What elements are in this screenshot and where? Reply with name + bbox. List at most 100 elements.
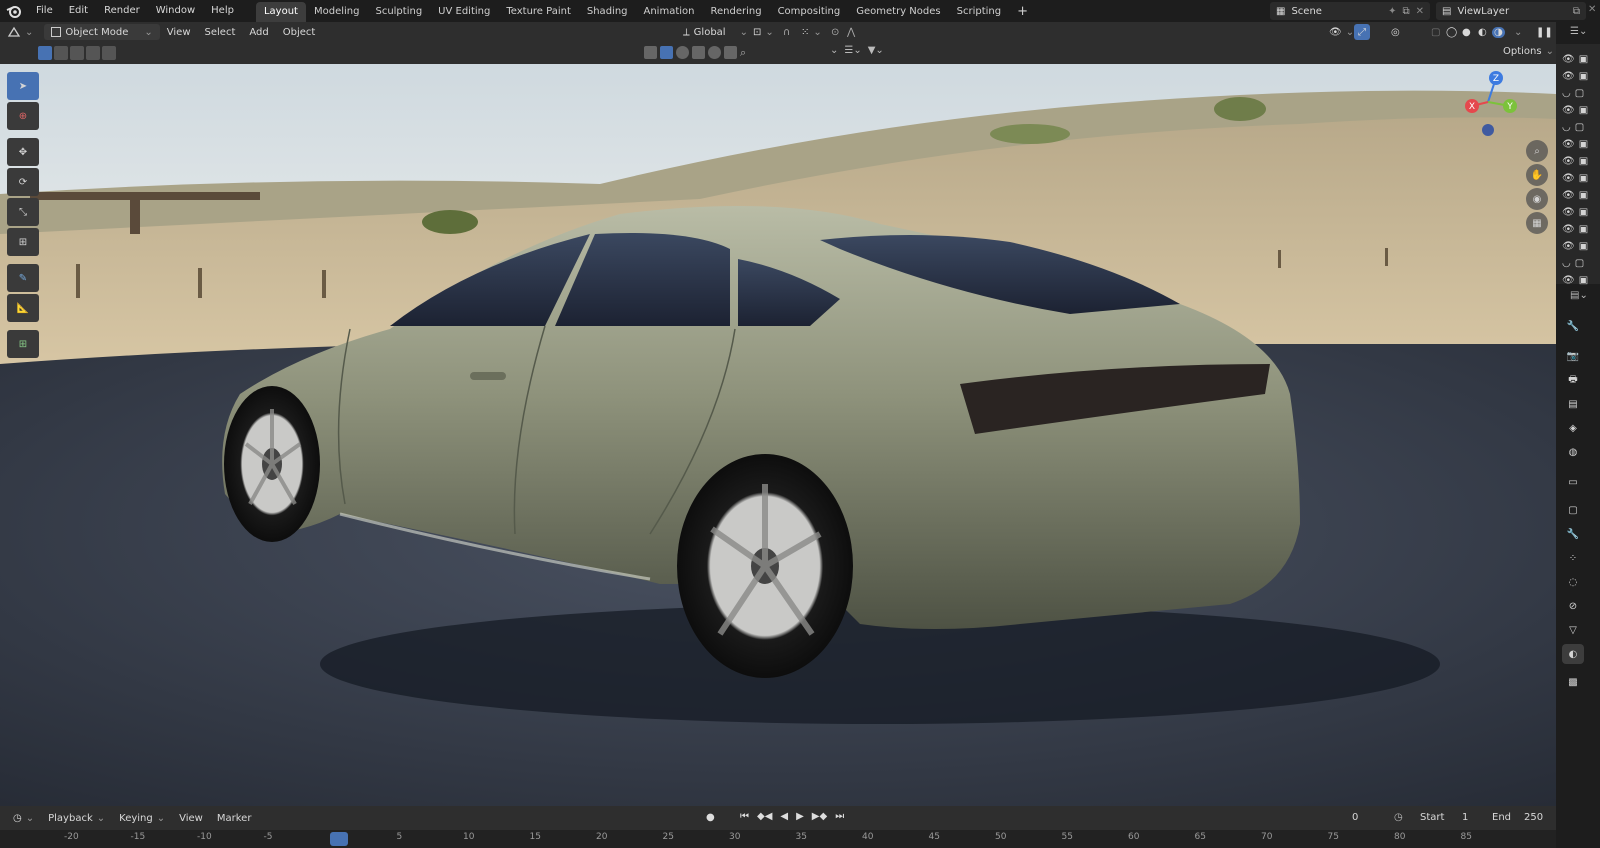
filter-armature-icon[interactable]: [724, 46, 737, 59]
search-icon[interactable]: ⌕: [740, 46, 746, 60]
eye-icon[interactable]: 👁: [1562, 156, 1575, 167]
close-icon[interactable]: ✕: [1416, 6, 1424, 17]
outliner-row[interactable]: 👁 ▣: [1562, 171, 1588, 185]
add-workspace-button[interactable]: +: [1009, 2, 1036, 22]
eye-icon[interactable]: 👁: [1562, 105, 1575, 116]
copy-icon[interactable]: ⧉: [1573, 6, 1580, 17]
eye-closed-icon[interactable]: ◡: [1562, 88, 1571, 99]
eye-icon[interactable]: 👁: [1562, 207, 1575, 218]
texture-tab[interactable]: ▩: [1562, 672, 1584, 692]
end-frame-field[interactable]: 250: [1524, 812, 1543, 823]
scale-tool[interactable]: ⤡: [7, 198, 39, 226]
add-cube-tool[interactable]: ⊞: [7, 330, 39, 358]
object-tab[interactable]: ▢: [1562, 500, 1584, 520]
outliner-row[interactable]: 👁 ▣: [1562, 239, 1588, 253]
tab-modeling[interactable]: Modeling: [306, 2, 368, 22]
tab-uv-editing[interactable]: UV Editing: [430, 2, 498, 22]
annotate-tool[interactable]: ✎: [7, 264, 39, 292]
collection-tab[interactable]: ▭: [1562, 472, 1584, 492]
constraints-tab[interactable]: ⊘: [1562, 596, 1584, 616]
outliner-row[interactable]: 👁 ▣: [1562, 222, 1588, 236]
copy-icon[interactable]: ⧉: [1402, 6, 1409, 17]
shading-solid[interactable]: ●: [1460, 27, 1473, 38]
eye-icon[interactable]: 👁: [1562, 54, 1575, 65]
particles-tab[interactable]: ⁘: [1562, 548, 1584, 568]
camera-icon[interactable]: ▣: [1579, 156, 1588, 167]
outliner-row[interactable]: 👁 ▣: [1562, 273, 1588, 287]
material-tab[interactable]: ◐: [1562, 644, 1584, 664]
render-tab[interactable]: 📷: [1562, 346, 1584, 366]
prev-keyframe-icon[interactable]: ◆◀: [757, 811, 772, 822]
timeline-menu-marker[interactable]: Marker: [210, 813, 259, 824]
view-layer-tab[interactable]: ▤: [1562, 394, 1584, 414]
header-menu-view[interactable]: View: [160, 27, 198, 38]
gizmo-toggle[interactable]: ⤢: [1354, 24, 1370, 40]
outliner-row[interactable]: 👁 ▣: [1562, 103, 1588, 117]
pause-render-button[interactable]: ❚❚: [1534, 27, 1555, 38]
camera-icon[interactable]: ▣: [1579, 71, 1588, 82]
shading-material[interactable]: ◐: [1476, 27, 1489, 38]
shading-options-button[interactable]: ⌄: [1512, 27, 1524, 38]
jump-end-icon[interactable]: ⏭: [835, 811, 844, 822]
eye-icon[interactable]: 👁: [1562, 241, 1575, 252]
menu-render[interactable]: Render: [96, 0, 148, 22]
select-extend-icon[interactable]: [54, 46, 68, 60]
camera-icon[interactable]: ▣: [1579, 241, 1588, 252]
camera-icon[interactable]: ▣: [1579, 224, 1588, 235]
eye-icon[interactable]: 👁: [1562, 224, 1575, 235]
scene-tab[interactable]: ◈: [1562, 418, 1584, 438]
header-menu-select[interactable]: Select: [198, 27, 243, 38]
blender-logo-icon[interactable]: [0, 4, 28, 18]
expand-icon[interactable]: ⌄: [830, 45, 838, 56]
camera-icon[interactable]: ▣: [1579, 207, 1588, 218]
filter-mesh-icon[interactable]: [644, 46, 657, 59]
tab-sculpting[interactable]: Sculpting: [367, 2, 430, 22]
eye-icon[interactable]: 👁: [1562, 71, 1575, 82]
eye-icon[interactable]: 👁: [1562, 173, 1575, 184]
timeline-ruler[interactable]: -20-15-10-505101520253035404550556065707…: [0, 830, 1556, 848]
camera-icon[interactable]: ▣: [1579, 173, 1588, 184]
camera-icon[interactable]: ▢: [1575, 122, 1584, 133]
timeline-menu-keying[interactable]: Keying ⌄: [112, 813, 172, 824]
jump-start-icon[interactable]: ⏮: [740, 811, 749, 822]
3d-viewport[interactable]: Z Y X ⌕ ✋ ◉ ▦: [0, 64, 1556, 806]
header-menu-add[interactable]: Add: [242, 27, 275, 38]
shading-wireframe[interactable]: ◯: [1444, 27, 1459, 38]
select-intersect-icon[interactable]: [102, 46, 116, 60]
eye-closed-icon[interactable]: ◡: [1562, 258, 1571, 269]
transform-tool[interactable]: ⊞: [7, 228, 39, 256]
list-icon[interactable]: ☰⌄: [844, 45, 861, 56]
zoom-button[interactable]: ⌕: [1526, 140, 1548, 162]
select-invert-icon[interactable]: [86, 46, 100, 60]
current-frame-field[interactable]: 0: [1352, 812, 1358, 823]
timeline-menu-view[interactable]: View: [172, 813, 210, 824]
header-menu-object[interactable]: Object: [276, 27, 323, 38]
tab-rendering[interactable]: Rendering: [702, 2, 769, 22]
tab-shading[interactable]: Shading: [579, 2, 636, 22]
tab-geometry-nodes[interactable]: Geometry Nodes: [848, 2, 948, 22]
view-layer-selector[interactable]: ▤ ViewLayer ⧉: [1436, 2, 1586, 20]
outliner-row[interactable]: ◡ ▢: [1562, 256, 1584, 270]
scene-selector[interactable]: ▦ Scene ✦ ⧉ ✕: [1270, 2, 1430, 20]
select-box-tool[interactable]: ➤: [7, 72, 39, 100]
perspective-toggle-button[interactable]: ▦: [1526, 212, 1548, 234]
cursor-tool[interactable]: ⊕: [7, 102, 39, 130]
camera-view-button[interactable]: ◉: [1526, 188, 1548, 210]
eye-icon[interactable]: 👁: [1562, 275, 1575, 286]
tool-tab[interactable]: 🔧: [1562, 316, 1584, 336]
filter-empty-icon[interactable]: [692, 46, 705, 59]
select-subtract-icon[interactable]: [70, 46, 84, 60]
mode-dropdown[interactable]: Object Mode ⌄: [44, 24, 160, 40]
eye-icon[interactable]: 👁: [1562, 190, 1575, 201]
record-icon[interactable]: ●: [706, 812, 715, 823]
outliner-row[interactable]: 👁 ▣: [1562, 52, 1588, 66]
camera-icon[interactable]: ▣: [1579, 139, 1588, 150]
stopwatch-icon[interactable]: ◷: [1394, 812, 1403, 823]
measure-tool[interactable]: 📐: [7, 294, 39, 322]
rotate-tool[interactable]: ⟳: [7, 168, 39, 196]
outliner-row[interactable]: 👁 ▣: [1562, 154, 1588, 168]
camera-icon[interactable]: ▢: [1575, 88, 1584, 99]
select-new-icon[interactable]: [38, 46, 52, 60]
shading-rendered[interactable]: ◑: [1492, 26, 1505, 38]
playhead[interactable]: [330, 832, 348, 846]
